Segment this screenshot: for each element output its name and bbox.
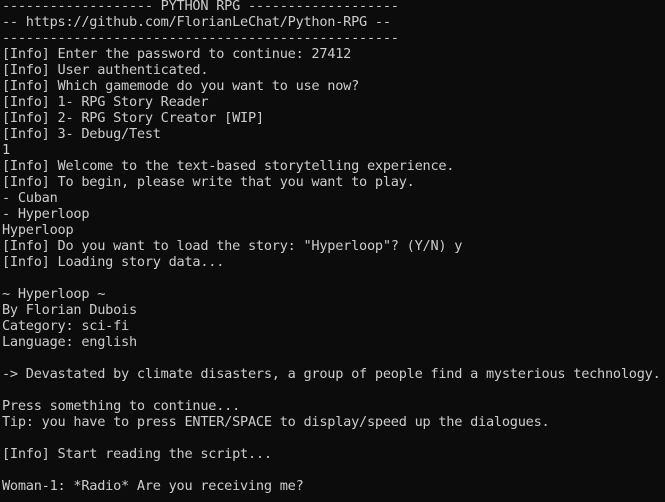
- gamemode-question-line: [Info] Which gamemode do you want to use…: [2, 78, 360, 94]
- gamemode-option-1: [Info] 1- RPG Story Reader: [2, 94, 209, 110]
- welcome-line: [Info] Welcome to the text-based storyte…: [2, 158, 455, 174]
- gamemode-option-2: [Info] 2- RPG Story Creator [WIP]: [2, 110, 264, 126]
- continue-prompt-line: Press something to continue...: [2, 398, 241, 414]
- script-start-line: [Info] Start reading the script...: [2, 446, 272, 462]
- banner-title-line: ------------------- PYTHON RPG ---------…: [2, 0, 399, 14]
- story-author-line: By Florian Dubois: [2, 302, 137, 318]
- begin-instruction-line: [Info] To begin, please write that you w…: [2, 174, 415, 190]
- load-confirm-line: [Info] Do you want to load the story: "H…: [2, 238, 463, 254]
- story-language-line: Language: english: [2, 334, 137, 350]
- story-category-line: Category: sci-fi: [2, 318, 129, 334]
- gamemode-input-line: 1: [2, 142, 10, 158]
- terminal-window[interactable]: ------------------- PYTHON RPG ---------…: [0, 0, 665, 502]
- story-title-line: ~ Hyperloop ~: [2, 286, 106, 302]
- banner-url-line: -- https://github.com/FlorianLeChat/Pyth…: [2, 14, 391, 30]
- story-synopsis-line: -> Devastated by climate disasters, a gr…: [2, 366, 661, 382]
- story-option-cuban: - Cuban: [2, 190, 58, 206]
- dialogue-line: Woman-1: *Radio* Are you receiving me?: [2, 478, 304, 494]
- story-option-hyperloop: - Hyperloop: [2, 206, 90, 222]
- loading-status-line: [Info] Loading story data...: [2, 254, 225, 270]
- story-input-line: Hyperloop: [2, 222, 74, 238]
- gamemode-option-3: [Info] 3- Debug/Test: [2, 126, 161, 142]
- password-prompt-line: [Info] Enter the password to continue: 2…: [2, 46, 352, 62]
- banner-divider-line: ----------------------------------------…: [2, 30, 399, 46]
- auth-status-line: [Info] User authenticated.: [2, 62, 209, 78]
- tip-line: Tip: you have to press ENTER/SPACE to di…: [2, 414, 550, 430]
